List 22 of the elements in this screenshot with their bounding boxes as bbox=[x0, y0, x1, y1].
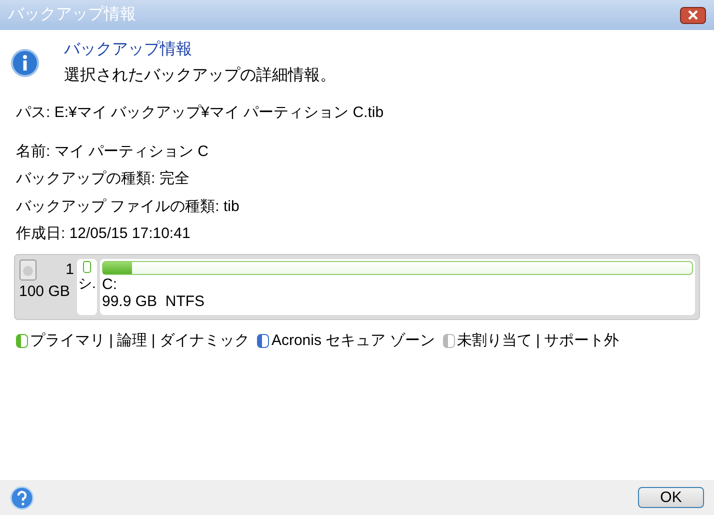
help-icon[interactable] bbox=[10, 486, 34, 510]
legend-label: プライマリ | 論理 | ダイナミック bbox=[30, 330, 250, 350]
info-icon bbox=[10, 48, 40, 78]
detail-text: 作成日: 12/05/15 17:10:41 bbox=[16, 224, 192, 244]
close-icon bbox=[688, 10, 698, 20]
disk-number: 1 bbox=[66, 260, 74, 280]
close-button[interactable] bbox=[680, 6, 706, 24]
legend-label: Acronis セキュア ゾーン bbox=[271, 330, 435, 350]
legend-label: 未割り当て | サポート外 bbox=[456, 330, 620, 350]
ok-button[interactable]: OK bbox=[638, 487, 704, 508]
header-title: バックアップ情報 bbox=[64, 40, 193, 60]
detail-text: バックアップの種類: 完全 bbox=[16, 169, 190, 189]
detail-text: 名前: マイ パーティション C bbox=[16, 142, 210, 162]
window-title: バックアップ情報 bbox=[8, 4, 136, 25]
path-text: パス: E:¥マイ バックアップ¥マイ パーティション C.tib bbox=[16, 104, 384, 121]
partition-card[interactable]: C: 99.9 GB NTFS bbox=[100, 258, 695, 314]
slot-label: シ. bbox=[78, 274, 96, 292]
partition-name: C: bbox=[102, 276, 118, 292]
partition-info: 99.9 GB NTFS bbox=[102, 292, 206, 310]
disk-size: 100 GB bbox=[19, 282, 71, 302]
header-subtitle: 選択されたバックアップの詳細情報。 bbox=[64, 66, 336, 86]
detail-text: バックアップ ファイルの種類: tib bbox=[16, 196, 240, 216]
